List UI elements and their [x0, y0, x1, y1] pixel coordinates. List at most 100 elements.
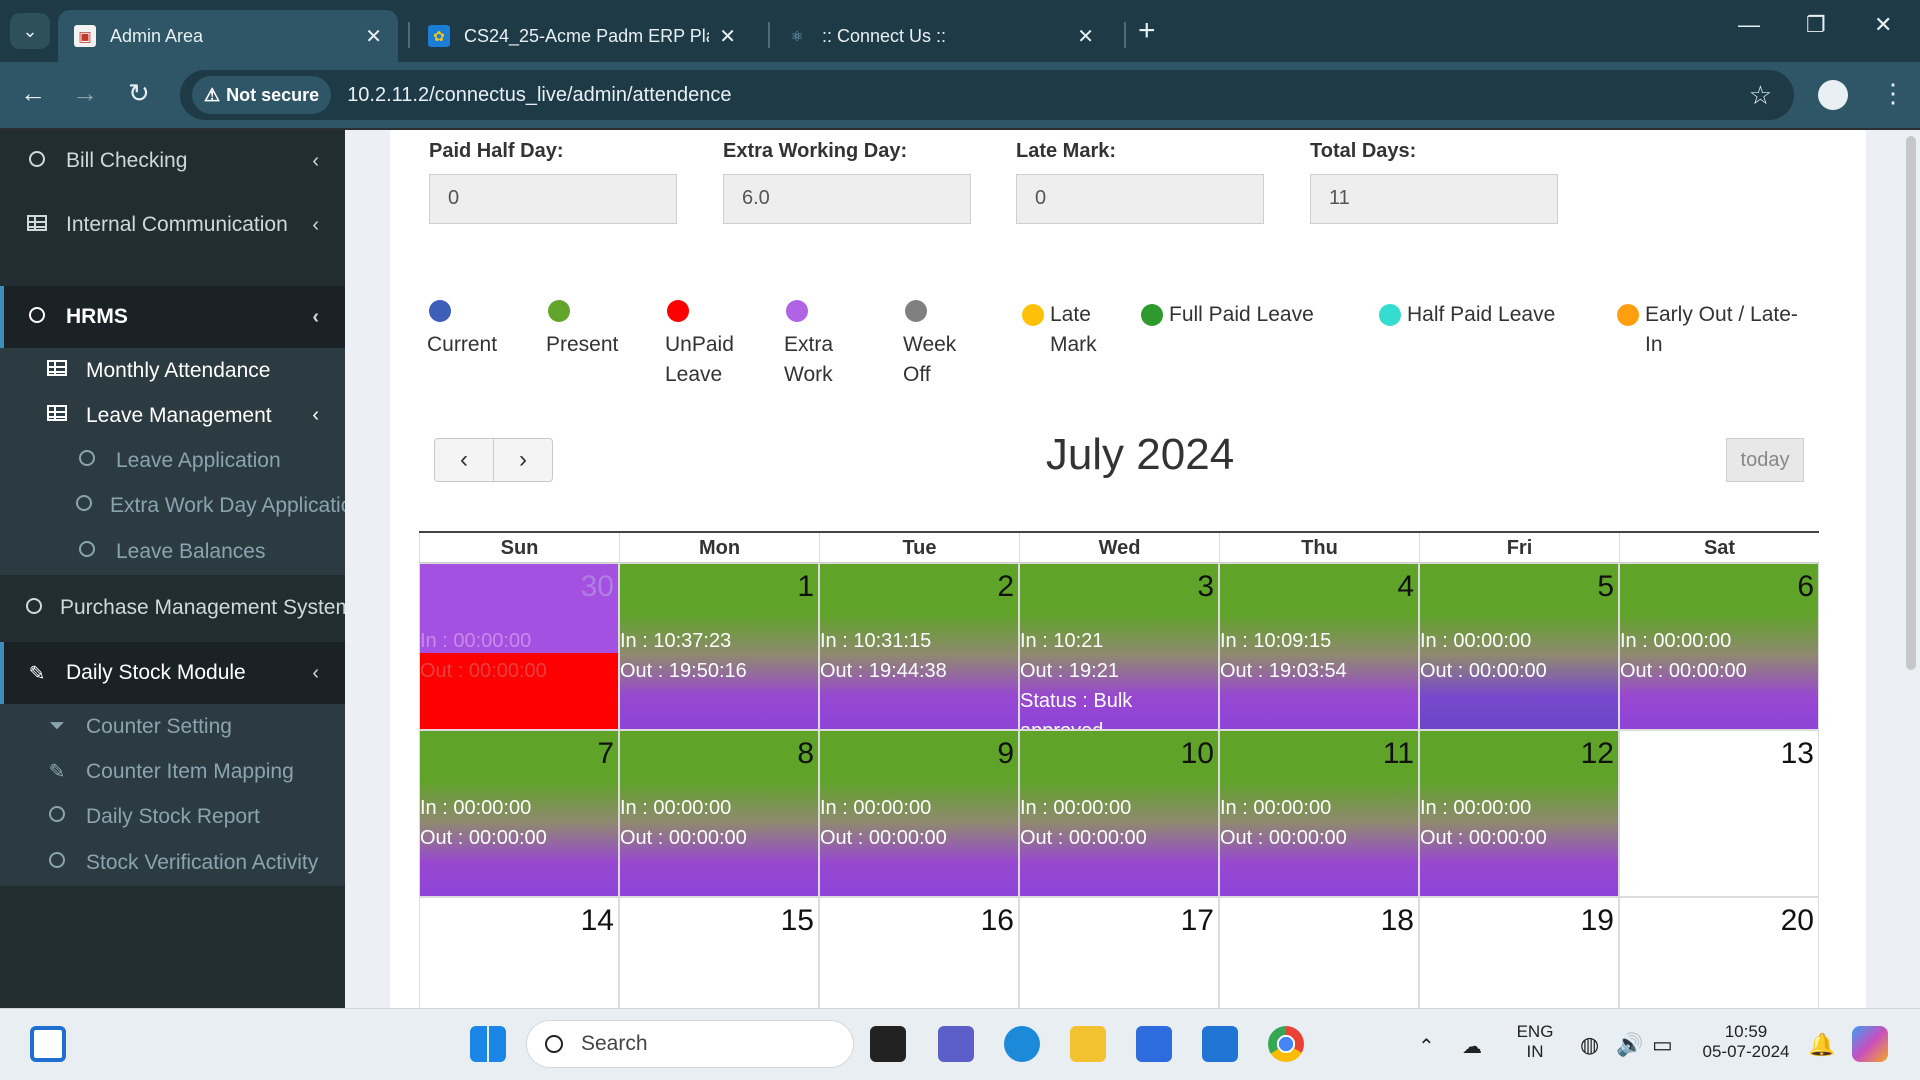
- extra-working-day-field: 6.0: [723, 174, 971, 224]
- widgets-icon[interactable]: [30, 1026, 66, 1062]
- legend-label: Full Paid Leave: [1169, 303, 1314, 326]
- sidebar-item-label: Extra Work Day Application: [110, 493, 345, 517]
- sidebar-item-leave-balances[interactable]: Leave Balances: [0, 528, 345, 575]
- battery-icon[interactable]: ▭: [1652, 1032, 1673, 1058]
- calendar-day-cell[interactable]: 5 In : 00:00:00 Out : 00:00:00: [1419, 563, 1619, 730]
- chevron-left-icon: ‹: [312, 149, 319, 172]
- tab-erp-platform[interactable]: ✿ CS24_25-Acme Padm ERP Platfo ✕: [412, 10, 752, 62]
- tab-search-dropdown[interactable]: ⌄: [10, 13, 50, 49]
- legend-dot-icon: [548, 300, 570, 322]
- out-time: Out : 19:44:38: [820, 660, 947, 682]
- sidebar-item-stock-verification-activity[interactable]: Stock Verification Activity: [0, 839, 345, 886]
- sidebar-item-label: Purchase Management System: [60, 596, 345, 619]
- day-number: 18: [1380, 904, 1414, 937]
- calendar-day-cell[interactable]: 9 In : 00:00:00 Out : 00:00:00: [819, 730, 1019, 897]
- sidebar-item-internal-communication[interactable]: Internal Communication ‹: [0, 192, 345, 258]
- calendar-day-cell[interactable]: 10 In : 00:00:00 Out : 00:00:00: [1019, 730, 1219, 897]
- sidebar-item-purchase-management[interactable]: Purchase Management System: [0, 575, 345, 641]
- circle-icon: [76, 540, 98, 563]
- sidebar-item-extra-work-day-application[interactable]: Extra Work Day Application: [0, 483, 345, 528]
- security-chip[interactable]: ⚠ Not secure: [192, 76, 332, 114]
- sidebar-item-daily-stock-report[interactable]: Daily Stock Report: [0, 794, 345, 839]
- calendar-day-cell[interactable]: 2 In : 10:31:15 Out : 19:44:38: [819, 563, 1019, 730]
- task-view-icon[interactable]: [870, 1026, 906, 1062]
- sidebar-item-daily-stock-module[interactable]: ✎ Daily Stock Module ‹: [0, 642, 345, 704]
- teams-icon[interactable]: [938, 1026, 974, 1062]
- sidebar-item-label: HRMS: [66, 305, 128, 328]
- calendar-day-cell[interactable]: 3 In : 10:21 Out : 19:21 Status : Bulk a…: [1019, 563, 1219, 730]
- store-icon[interactable]: [1136, 1026, 1172, 1062]
- in-time: In : 00:00:00: [620, 797, 732, 819]
- calendar-day-cell[interactable]: 13: [1619, 730, 1819, 897]
- calendar-day-cell[interactable]: 30 In : 00:00:00 Out : 00:00:00: [419, 563, 619, 730]
- legend-full-paid-leave: Full Paid Leave: [1141, 300, 1361, 330]
- sidebar-item-leave-management[interactable]: Leave Management ‹: [0, 393, 345, 438]
- input-language[interactable]: ENG IN: [1510, 1022, 1560, 1062]
- legend-label: Current: [427, 333, 498, 356]
- new-tab-icon[interactable]: +: [1138, 14, 1156, 48]
- calendar-day-cell[interactable]: 12 In : 00:00:00 Out : 00:00:00: [1419, 730, 1619, 897]
- close-icon[interactable]: ✕: [365, 24, 382, 49]
- reload-icon[interactable]: ↻: [128, 78, 150, 109]
- back-icon[interactable]: ←: [20, 78, 46, 109]
- browser-menu-icon[interactable]: ⋮: [1880, 78, 1906, 109]
- prev-month-button[interactable]: ‹: [434, 438, 494, 482]
- late-mark-label: Late Mark:: [1016, 140, 1117, 162]
- chrome-icon[interactable]: [1268, 1026, 1304, 1062]
- url-text[interactable]: 10.2.11.2/connectus_live/admin/attendenc…: [347, 84, 731, 107]
- chevron-left-icon: ‹: [312, 404, 319, 426]
- sidebar-item-label: Internal Communication: [66, 213, 288, 236]
- volume-icon[interactable]: 🔊: [1616, 1032, 1643, 1058]
- omnibox[interactable]: ⚠ Not secure 10.2.11.2/connectus_live/ad…: [180, 70, 1794, 120]
- calendar-day-cell[interactable]: 11 In : 00:00:00 Out : 00:00:00: [1219, 730, 1419, 897]
- sidebar-item-counter-item-mapping[interactable]: ✎ Counter Item Mapping: [0, 749, 345, 794]
- day-number: 4: [1397, 570, 1414, 603]
- close-icon[interactable]: ✕: [719, 24, 736, 49]
- page-scrollbar[interactable]: [1906, 136, 1916, 670]
- window-close-icon[interactable]: ✕: [1874, 12, 1892, 38]
- windows-start-icon[interactable]: [470, 1026, 506, 1062]
- profile-avatar-icon[interactable]: [1818, 80, 1848, 110]
- clock[interactable]: 10:59 05-07-2024: [1696, 1022, 1796, 1062]
- restore-icon[interactable]: ❐: [1806, 12, 1826, 38]
- weekday-label: Wed: [1019, 533, 1219, 562]
- close-icon[interactable]: ✕: [1077, 24, 1094, 49]
- calendar-day-cell[interactable]: 8 In : 00:00:00 Out : 00:00:00: [619, 730, 819, 897]
- copilot-icon[interactable]: [1852, 1026, 1888, 1062]
- sidebar-item-bill-checking[interactable]: Bill Checking ‹: [0, 130, 345, 192]
- edge-icon[interactable]: [1004, 1026, 1040, 1062]
- tab-admin-area[interactable]: ▣ Admin Area ✕: [58, 10, 398, 62]
- calendar-day-cell[interactable]: 1 In : 10:37:23 Out : 19:50:16: [619, 563, 819, 730]
- calendar-day-cell[interactable]: 6 In : 00:00:00 Out : 00:00:00: [1619, 563, 1819, 730]
- app-w-icon[interactable]: [1202, 1026, 1238, 1062]
- sidebar-item-label: Leave Management: [86, 403, 272, 427]
- security-label: Not secure: [226, 84, 320, 105]
- legend-label: UnPaid Leave: [665, 333, 734, 386]
- tab-connect-us[interactable]: ⚛ :: Connect Us :: ✕: [770, 10, 1110, 62]
- sidebar-item-counter-setting[interactable]: ⏷ Counter Setting: [0, 704, 345, 749]
- file-explorer-icon[interactable]: [1070, 1026, 1106, 1062]
- sidebar-item-monthly-attendance[interactable]: Monthly Attendance: [0, 348, 345, 393]
- forward-icon[interactable]: →: [72, 78, 98, 109]
- bookmark-star-icon[interactable]: ☆: [1749, 80, 1772, 111]
- notification-bell-icon[interactable]: 🔔: [1808, 1032, 1835, 1058]
- sidebar-item-label: Counter Item Mapping: [86, 759, 294, 783]
- today-button[interactable]: today: [1726, 438, 1804, 482]
- sidebar-item-leave-application[interactable]: Leave Application: [0, 438, 345, 483]
- out-time: Out : 00:00:00: [1620, 660, 1747, 682]
- sidebar-item-hrms[interactable]: HRMS ‹: [0, 286, 345, 348]
- extra-working-day-label: Extra Working Day:: [723, 140, 908, 162]
- weekday-label: Mon: [619, 533, 819, 562]
- minimize-icon[interactable]: —: [1738, 12, 1760, 38]
- calendar-day-cell[interactable]: 4 In : 10:09:15 Out : 19:03:54: [1219, 563, 1419, 730]
- calendar-week: 7 In : 00:00:00 Out : 00:00:00 8 In : 00…: [419, 730, 1819, 897]
- calendar-day-cell[interactable]: 7 In : 00:00:00 Out : 00:00:00: [419, 730, 619, 897]
- next-month-button[interactable]: ›: [493, 438, 553, 482]
- show-hidden-icons-icon[interactable]: ⌃: [1418, 1034, 1435, 1059]
- day-number: 1: [797, 570, 814, 603]
- network-icon[interactable]: ◍: [1580, 1032, 1599, 1058]
- admin-favicon-icon: ▣: [74, 25, 96, 47]
- taskbar-search[interactable]: Search: [526, 1020, 854, 1068]
- onedrive-icon[interactable]: ☁: [1462, 1034, 1482, 1059]
- legend-dot-icon: [1379, 304, 1401, 326]
